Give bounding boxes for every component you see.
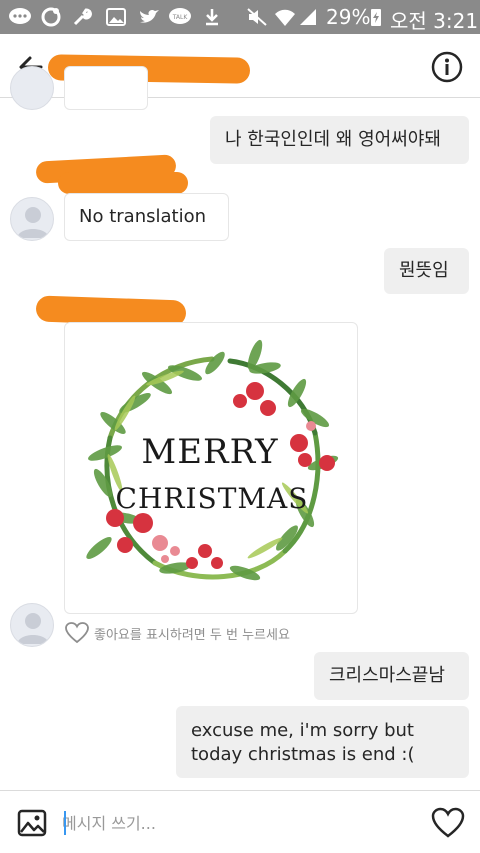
wrench-icon bbox=[73, 8, 92, 26]
message-bubble-mine[interactable]: 뭔뜻임 bbox=[384, 248, 469, 294]
message-input[interactable] bbox=[62, 809, 412, 837]
svg-text:TALK: TALK bbox=[172, 14, 189, 21]
image-icon bbox=[106, 8, 126, 26]
mute-icon bbox=[247, 8, 267, 26]
message-text-line: excuse me, i'm sorry but bbox=[191, 720, 414, 741]
download-icon bbox=[206, 9, 218, 26]
redacted-sender-name bbox=[58, 172, 188, 194]
message-text: 나 한국인인데 왜 영어써야돼 bbox=[225, 129, 441, 150]
camera-lens-icon bbox=[41, 7, 61, 27]
default-avatar-icon bbox=[17, 613, 49, 644]
battery-charging-icon bbox=[371, 9, 381, 26]
talk-icon: TALK bbox=[169, 8, 191, 24]
bird-icon bbox=[140, 9, 159, 23]
svg-text:CHRISTMAS: CHRISTMAS bbox=[116, 482, 309, 515]
avatar[interactable] bbox=[10, 603, 54, 647]
message-bubble-mine[interactable]: excuse me, i'm sorry but today christmas… bbox=[176, 706, 469, 778]
message-bubble-theirs[interactable]: No translation bbox=[64, 193, 229, 241]
christmas-wreath-image: MERRY CHRISTMAS bbox=[86, 339, 339, 581]
clock: 오전 3:21 bbox=[390, 9, 479, 33]
avatar[interactable] bbox=[10, 66, 54, 110]
compose-bar bbox=[0, 790, 480, 853]
heart-icon[interactable] bbox=[64, 621, 90, 645]
message-text: No translation bbox=[79, 206, 206, 227]
message-bubble-mine[interactable]: 크리스마스끝남 bbox=[314, 652, 469, 700]
svg-text:MERRY: MERRY bbox=[141, 432, 278, 472]
wifi-icon bbox=[275, 9, 295, 26]
like-hint-text: 좋아요를 표시하려면 두 번 누르세요 bbox=[94, 627, 290, 643]
image-message[interactable]: MERRY CHRISTMAS bbox=[64, 322, 358, 614]
message-text-line: today christmas is end :( bbox=[191, 744, 415, 765]
message-text: 뭔뜻임 bbox=[399, 260, 449, 281]
message-bubble-partial bbox=[64, 66, 148, 110]
battery-percent: 29% bbox=[326, 5, 371, 29]
gallery-icon[interactable] bbox=[16, 807, 48, 839]
text-caret bbox=[64, 811, 66, 835]
heart-icon[interactable] bbox=[430, 806, 466, 840]
signal-icon bbox=[300, 9, 316, 25]
message-text: 크리스마스끝남 bbox=[329, 665, 445, 686]
double-tap-like-hint: 좋아요를 표시하려면 두 번 누르세요 bbox=[64, 621, 290, 645]
chat-bubble-icon bbox=[9, 8, 31, 24]
info-circle-icon[interactable] bbox=[430, 50, 464, 84]
status-bar: TALK 29% 오전 3:21 bbox=[0, 0, 480, 34]
avatar[interactable] bbox=[10, 197, 54, 241]
message-bubble-mine[interactable]: 나 한국인인데 왜 영어써야돼 bbox=[210, 116, 469, 164]
default-avatar-icon bbox=[17, 207, 49, 238]
